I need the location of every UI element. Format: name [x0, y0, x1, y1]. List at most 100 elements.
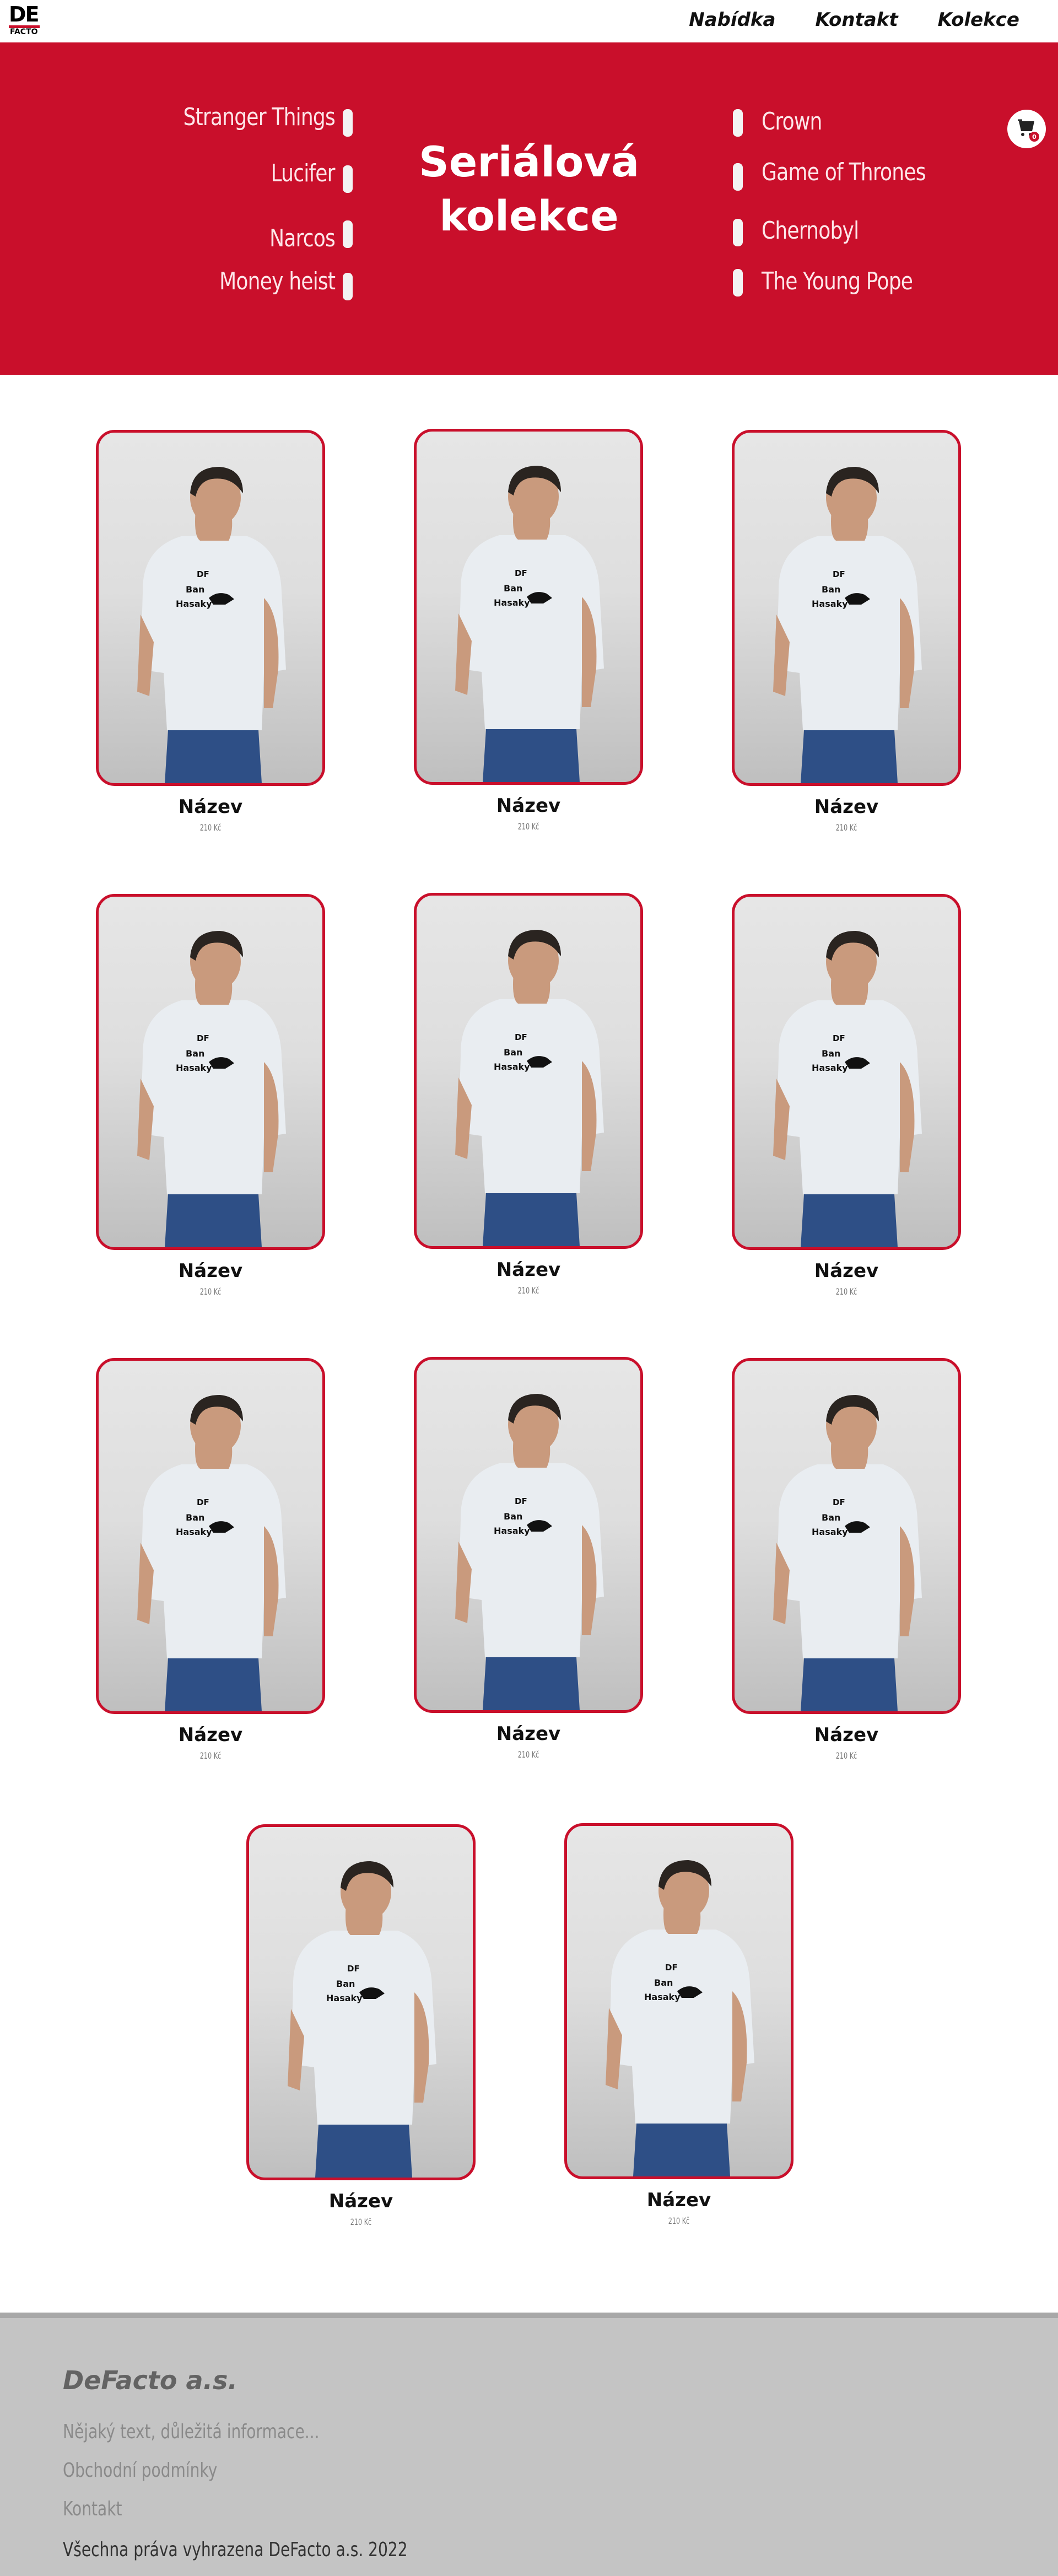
- svg-text:Hasaky: Hasaky: [494, 1526, 530, 1536]
- product-card[interactable]: DF Ban Hasaky Název 210 Kč: [96, 1358, 325, 1761]
- footer-terms-link[interactable]: Obchodní podmínky: [63, 2459, 217, 2482]
- cart-button[interactable]: 0: [1007, 110, 1046, 148]
- svg-text:Ban: Ban: [504, 583, 522, 594]
- nav-link-kontakt[interactable]: Kontakt: [815, 9, 898, 31]
- product-card[interactable]: DF Ban Hasaky Název 210 Kč: [732, 430, 961, 833]
- product-image: DF Ban Hasaky: [732, 894, 961, 1250]
- svg-text:Ban: Ban: [822, 1512, 840, 1523]
- footer-info-link[interactable]: Nějaký text, důležitá informace...: [63, 2421, 320, 2443]
- product-price: 210 Kč: [350, 2217, 372, 2227]
- svg-text:Hasaky: Hasaky: [326, 1993, 363, 2003]
- product-image: DF Ban Hasaky: [414, 893, 643, 1249]
- product-price: 210 Kč: [199, 1750, 222, 1761]
- product-card[interactable]: DF Ban Hasaky Název 210 Kč: [732, 894, 961, 1297]
- svg-text:Hasaky: Hasaky: [494, 1061, 530, 1072]
- svg-text:DF: DF: [197, 569, 209, 579]
- series-link-crown[interactable]: Crown: [762, 107, 822, 136]
- svg-text:Hasaky: Hasaky: [812, 1063, 848, 1073]
- product-name[interactable]: Název: [96, 1260, 325, 1282]
- product-name[interactable]: Název: [732, 796, 961, 818]
- product-price: 210 Kč: [517, 821, 539, 832]
- product-name[interactable]: Název: [96, 796, 325, 818]
- product-image: DF Ban Hasaky: [414, 1357, 643, 1713]
- svg-text:Ban: Ban: [504, 1511, 522, 1522]
- product-card[interactable]: DF Ban Hasaky Název 210 Kč: [414, 893, 643, 1296]
- hero-banner: Seriálová kolekce Stranger Things Lucife…: [0, 42, 1058, 375]
- hero-title: Seriálová kolekce: [419, 135, 639, 243]
- product-price: 210 Kč: [668, 2216, 690, 2226]
- series-marker: [343, 109, 353, 137]
- svg-text:Ban: Ban: [186, 1048, 204, 1059]
- svg-text:DF: DF: [197, 1497, 209, 1507]
- product-name[interactable]: Název: [246, 2190, 476, 2212]
- svg-text:DF: DF: [347, 1964, 360, 1974]
- hero-title-line-1: Seriálová: [419, 137, 640, 186]
- product-price: 210 Kč: [835, 1286, 857, 1297]
- series-marker: [343, 273, 353, 300]
- product-name[interactable]: Název: [732, 1724, 961, 1746]
- brand-logo[interactable]: DE FACTO: [9, 4, 43, 38]
- series-link-chernobyl[interactable]: Chernobyl: [762, 217, 859, 245]
- product-price: 210 Kč: [835, 822, 857, 833]
- product-name[interactable]: Název: [564, 2189, 794, 2211]
- product-card[interactable]: DF Ban Hasaky Název 210 Kč: [414, 1357, 643, 1760]
- svg-text:DF: DF: [833, 1033, 845, 1043]
- product-image: DF Ban Hasaky: [246, 1824, 476, 2180]
- svg-text:Hasaky: Hasaky: [494, 597, 530, 608]
- series-marker: [733, 219, 743, 246]
- product-card[interactable]: DF Ban Hasaky Název 210 Kč: [246, 1824, 476, 2227]
- product-name[interactable]: Název: [414, 795, 643, 817]
- product-image: DF Ban Hasaky: [96, 1358, 325, 1714]
- product-price: 210 Kč: [517, 1749, 539, 1760]
- svg-text:DF: DF: [197, 1033, 209, 1043]
- series-marker: [343, 165, 353, 193]
- svg-text:DF: DF: [515, 1496, 527, 1506]
- series-marker: [343, 220, 353, 248]
- svg-text:0: 0: [1032, 133, 1037, 141]
- nav-link-nabidka[interactable]: Nabídka: [689, 9, 775, 31]
- svg-text:Ban: Ban: [654, 1977, 673, 1988]
- product-image: DF Ban Hasaky: [564, 1823, 794, 2179]
- svg-text:Ban: Ban: [822, 584, 840, 595]
- footer-contact-link[interactable]: Kontakt: [63, 2498, 122, 2520]
- product-price: 210 Kč: [199, 822, 222, 833]
- product-card[interactable]: DF Ban Hasaky Název 210 Kč: [564, 1823, 794, 2226]
- product-image: DF Ban Hasaky: [96, 430, 325, 786]
- svg-text:DF: DF: [833, 1497, 845, 1507]
- product-name[interactable]: Název: [732, 1260, 961, 1282]
- product-card[interactable]: DF Ban Hasaky Název 210 Kč: [732, 1358, 961, 1761]
- product-image: DF Ban Hasaky: [414, 429, 643, 785]
- product-name[interactable]: Název: [414, 1723, 643, 1745]
- svg-text:Hasaky: Hasaky: [812, 599, 848, 609]
- svg-text:DF: DF: [515, 568, 527, 578]
- product-price: 210 Kč: [199, 1286, 222, 1297]
- series-link-money-heist[interactable]: Money heist: [219, 267, 336, 295]
- product-card[interactable]: DF Ban Hasaky Název 210 Kč: [96, 894, 325, 1297]
- series-link-the-young-pope[interactable]: The Young Pope: [762, 267, 913, 295]
- product-image: DF Ban Hasaky: [96, 894, 325, 1250]
- product-price: 210 Kč: [835, 1750, 857, 1761]
- svg-text:Hasaky: Hasaky: [644, 1992, 681, 2002]
- series-link-narcos[interactable]: Narcos: [269, 224, 336, 252]
- product-name[interactable]: Název: [414, 1259, 643, 1281]
- series-marker: [733, 163, 743, 191]
- svg-text:DF: DF: [665, 1963, 678, 1973]
- series-link-lucifer[interactable]: Lucifer: [271, 159, 336, 187]
- product-card[interactable]: DF Ban Hasaky Název 210 Kč: [96, 430, 325, 833]
- logo-bottom-text: FACTO: [10, 28, 38, 36]
- product-name[interactable]: Název: [96, 1724, 325, 1746]
- product-image: DF Ban Hasaky: [732, 1358, 961, 1714]
- svg-text:Ban: Ban: [336, 1979, 355, 1989]
- svg-text:Ban: Ban: [504, 1047, 522, 1058]
- series-link-stranger-things[interactable]: Stranger Things: [183, 103, 336, 131]
- footer-copyright: Všechna práva vyhrazena DeFacto a.s. 202…: [63, 2539, 408, 2561]
- svg-text:Ban: Ban: [186, 584, 204, 595]
- svg-text:DF: DF: [515, 1032, 527, 1042]
- series-link-game-of-thrones[interactable]: Game of Thrones: [762, 158, 926, 186]
- svg-text:Ban: Ban: [822, 1048, 840, 1059]
- svg-text:Hasaky: Hasaky: [176, 1063, 212, 1073]
- nav-link-kolekce[interactable]: Kolekce: [938, 9, 1019, 31]
- svg-text:Hasaky: Hasaky: [812, 1527, 848, 1537]
- product-card[interactable]: DF Ban Hasaky Název 210 Kč: [414, 429, 643, 832]
- logo-top-text: DE: [9, 2, 40, 26]
